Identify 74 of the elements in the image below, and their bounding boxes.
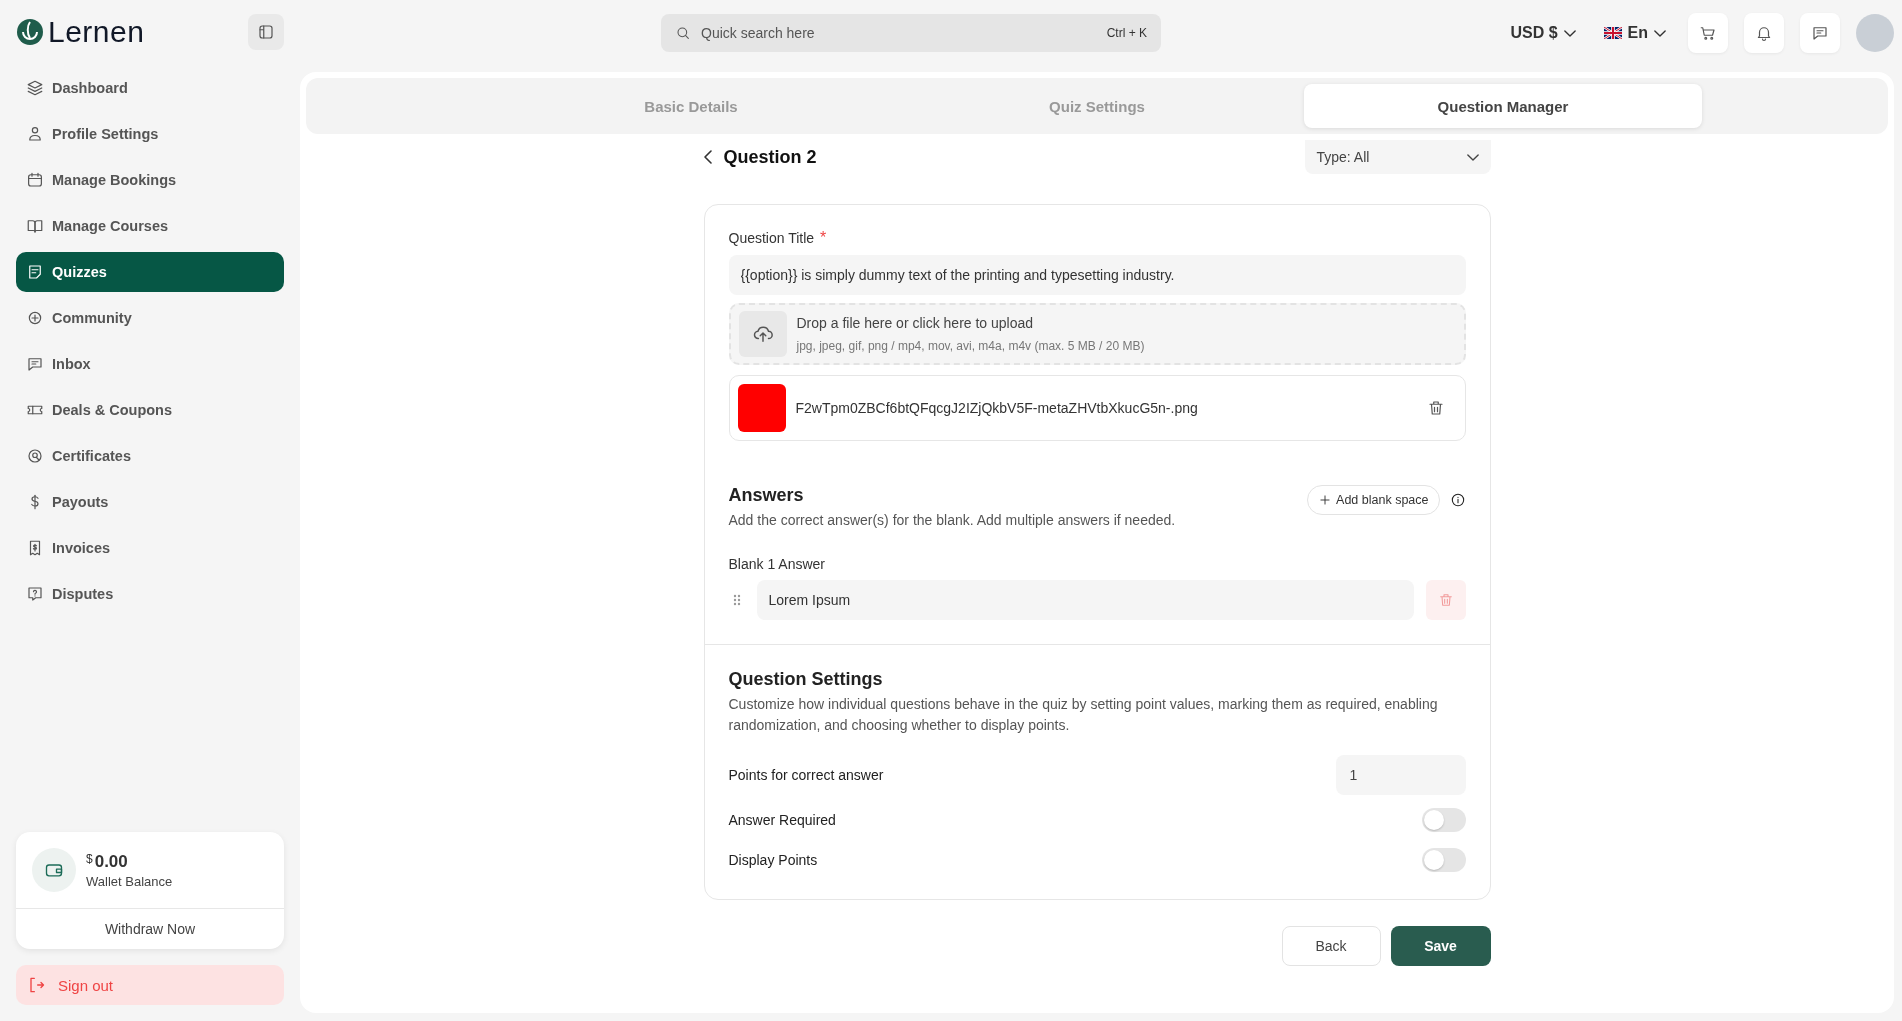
cart-icon xyxy=(1699,24,1717,42)
section-title: Answers xyxy=(728,485,805,506)
trash-icon xyxy=(1437,592,1454,609)
sidebar-item[interactable]: Dashboard xyxy=(16,68,284,108)
plus-icon xyxy=(1318,493,1333,507)
messages-button[interactable] xyxy=(1800,13,1840,53)
chat-icon xyxy=(26,355,44,373)
trash-icon xyxy=(1426,399,1445,417)
setting-label: Answer Required xyxy=(728,811,836,828)
sidebar-item[interactable]: Profile Settings xyxy=(16,114,284,154)
field-label: Question Title xyxy=(728,230,815,246)
chevron-down-icon xyxy=(1563,29,1576,37)
answer-field[interactable]: Lorem Ipsum xyxy=(756,580,1414,621)
toggle-switch[interactable] xyxy=(1421,847,1466,872)
wallet-amount: 0.00 xyxy=(94,851,128,872)
layers-icon xyxy=(26,79,44,97)
sidebar-item[interactable]: Manage Bookings xyxy=(16,160,284,200)
sidebar-item[interactable]: Deals & Coupons xyxy=(16,390,284,430)
sidebar-item[interactable]: Invoices xyxy=(16,528,284,568)
sidebar-item[interactable]: Quizzes xyxy=(16,252,284,292)
sidebar-item[interactable]: Payouts xyxy=(16,482,284,522)
user-icon xyxy=(26,125,44,143)
sidebar-item[interactable]: Community xyxy=(16,298,284,338)
tab[interactable]: Question Manager xyxy=(1304,84,1702,128)
withdraw-button[interactable]: Withdraw Now xyxy=(16,909,284,949)
chat-icon xyxy=(1811,24,1829,42)
bell-icon xyxy=(1755,24,1773,42)
required-mark: * xyxy=(820,229,827,246)
chevron-down-icon xyxy=(1654,29,1666,37)
sidebar-item[interactable]: Certificates xyxy=(16,436,284,476)
file-drop-zone[interactable]: Drop a file here or click here to upload jpg, jpeg, gif, png / mp4, mov, avi, m4a, m4v (max. 5 MB / 20 MB) xyxy=(728,303,1466,365)
cart-button[interactable] xyxy=(1688,13,1728,53)
upload-formats: jpg, jpeg, gif, png / mp4, mov, avi, m4a, m4v (max. 5 MB / 20 MB) xyxy=(796,339,1145,353)
info-icon xyxy=(1449,492,1466,508)
panel-icon xyxy=(257,23,275,41)
wallet-label: Wallet Balance xyxy=(86,873,173,889)
field-label: Blank 1 Answer xyxy=(728,556,826,573)
section-description: Customize how individual questions behave in the quiz by setting point values, marking them as required, enabling randomization, and choosing whether to display points. xyxy=(728,695,1439,735)
language-dropdown[interactable]: En xyxy=(1597,23,1672,43)
question-icon xyxy=(26,585,44,603)
back-button[interactable] xyxy=(703,150,712,164)
setting-label: Display Points xyxy=(728,851,818,868)
currency-dropdown[interactable]: USD $ xyxy=(1504,23,1582,43)
type-dropdown[interactable]: Type: All xyxy=(1304,140,1491,174)
sidebar-item[interactable]: Inbox xyxy=(16,344,284,384)
section-title: Question Settings xyxy=(728,669,884,691)
flag-icon xyxy=(1603,27,1622,39)
sidebar-item[interactable]: Disputes xyxy=(16,574,284,614)
notifications-button[interactable] xyxy=(1744,13,1784,53)
toggle-switch[interactable] xyxy=(1421,807,1466,832)
brand-name: Lernen xyxy=(48,15,145,49)
chevron-down-icon xyxy=(1466,153,1479,161)
file-name: F2wTpm0ZBCf6btQFqcgJ2IZjQkbV5F-metaZHVtbXkucG5n-.png xyxy=(795,400,1199,416)
calendar-icon xyxy=(26,171,44,189)
setting-label: Points for correct answer xyxy=(728,766,884,783)
add-blank-button[interactable]: Add blank space xyxy=(1307,485,1440,515)
chevron-left-icon xyxy=(703,150,712,164)
section-description: Add the correct answer(s) for the blank. Add multiple answers if needed. xyxy=(728,511,1176,530)
shortcut-hint: Ctrl + K xyxy=(1106,26,1147,40)
note-icon xyxy=(26,263,44,281)
search-icon xyxy=(675,25,691,41)
back-button[interactable]: Back xyxy=(1281,925,1381,966)
upload-prompt: Drop a file here or click here to upload xyxy=(796,315,1035,331)
question-heading: Question 2 xyxy=(723,146,817,168)
points-field[interactable]: 1 xyxy=(1335,754,1466,795)
logo-icon xyxy=(16,18,44,46)
sidebar-item[interactable]: Manage Courses xyxy=(16,206,284,246)
question-title-field[interactable]: {{option}} is simply dummy text of the printing and typesetting industry. xyxy=(728,255,1466,295)
sidebar-toggle-button[interactable] xyxy=(248,14,284,50)
save-button[interactable]: Save xyxy=(1390,925,1491,966)
delete-answer-button[interactable] xyxy=(1425,580,1466,621)
currency-symbol: $ xyxy=(86,851,93,866)
image-thumbnail xyxy=(737,384,786,432)
book-icon xyxy=(26,217,44,235)
